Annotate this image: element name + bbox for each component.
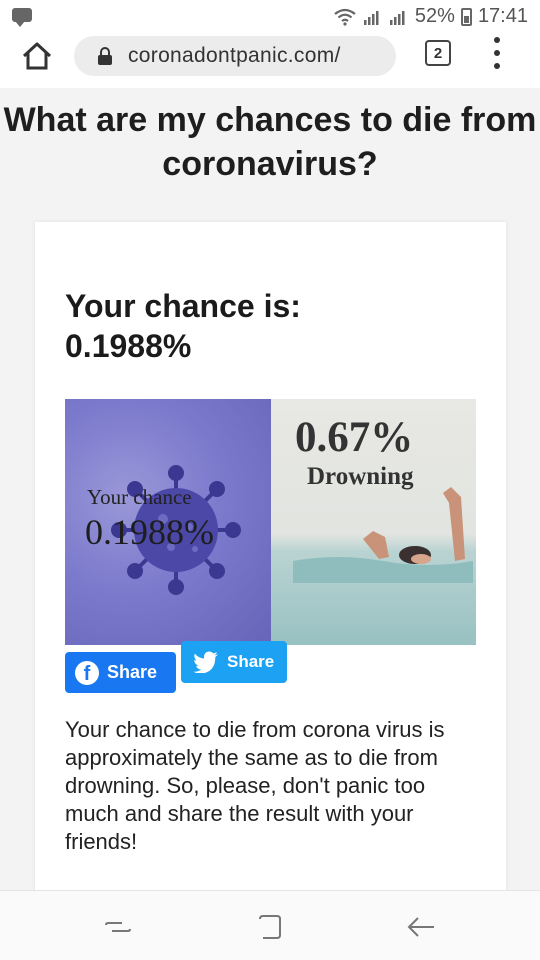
navigation-bar <box>0 890 540 960</box>
home-icon[interactable] <box>20 40 54 72</box>
address-bar[interactable]: coronadontpanic.com/ <box>74 36 396 76</box>
twitter-share-label: Share <box>227 652 275 671</box>
battery-icon <box>460 7 472 26</box>
result-description: Your chance to die from corona virus is … <box>65 717 445 854</box>
comparison-image: Your chance 0.1988% 0.67% Drowning <box>65 399 476 645</box>
drowning-person-illustration <box>293 487 473 583</box>
menu-icon[interactable] <box>490 37 504 69</box>
home-button-icon[interactable] <box>256 913 284 941</box>
image-drowning-label: Drowning <box>307 463 414 490</box>
facebook-share-label: Share <box>107 662 158 682</box>
result-label: Your chance is: <box>65 288 301 324</box>
result-value: 0.1988% <box>65 328 192 364</box>
lock-icon <box>98 47 112 65</box>
image-your-chance-label: Your chance <box>87 485 192 509</box>
recent-apps-icon[interactable] <box>104 915 132 939</box>
status-bar: 52% 17:41 <box>0 0 540 34</box>
wifi-icon <box>334 8 356 26</box>
url-text: coronadontpanic.com/ <box>128 44 341 67</box>
twitter-share-button[interactable]: Share <box>181 641 287 683</box>
page-title: What are my chances to die from coronavi… <box>3 101 537 183</box>
signal-icon <box>363 10 379 25</box>
facebook-icon: f <box>75 660 99 685</box>
result-card: Your chance is: 0.1988% Your chance 0.19… <box>35 222 506 902</box>
image-drowning-value: 0.67% <box>295 414 414 461</box>
browser-toolbar: coronadontpanic.com/ 2 <box>0 34 540 88</box>
tabs-button[interactable]: 2 <box>425 40 451 66</box>
facebook-share-button[interactable]: f Share <box>65 652 176 693</box>
twitter-icon <box>193 651 218 673</box>
back-icon[interactable] <box>406 913 436 941</box>
signal-icon-2 <box>389 10 405 25</box>
battery-percent: 52% <box>414 5 455 27</box>
result-heading: Your chance is: 0.1988% <box>65 286 485 366</box>
status-right: 52% 17:41 <box>333 5 528 28</box>
notification-icon <box>12 8 32 27</box>
clock: 17:41 <box>477 5 528 27</box>
image-your-chance-value: 0.1988% <box>85 512 214 552</box>
